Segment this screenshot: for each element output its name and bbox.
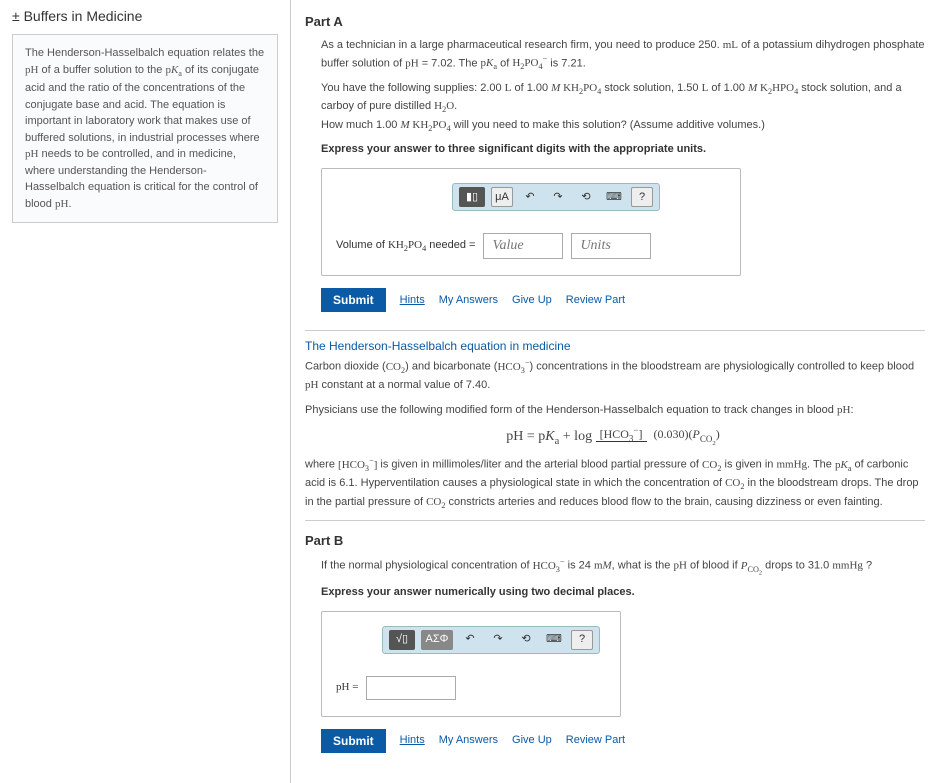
part-a-answer-box: ▮▯ μA ↶ ↷ ⟲ ⌨ ? Volume of KH2PO4 needed … bbox=[321, 168, 741, 276]
eq-denominator: (0.030)(PCO2) bbox=[650, 427, 724, 441]
part-b-input-label: pH = bbox=[336, 679, 358, 696]
help-button[interactable]: ? bbox=[571, 630, 593, 650]
keyboard-icon[interactable]: ⌨ bbox=[603, 187, 625, 207]
part-a-input-row: Volume of KH2PO4 needed = bbox=[322, 225, 740, 275]
part-b-instruction: Express your answer numerically using tw… bbox=[321, 584, 925, 601]
redo-icon[interactable]: ↷ bbox=[487, 630, 509, 650]
my-answers-link[interactable]: My Answers bbox=[439, 292, 498, 309]
hints-link[interactable]: Hints bbox=[400, 732, 425, 749]
divider bbox=[305, 330, 925, 331]
submit-button[interactable]: Submit bbox=[321, 288, 386, 312]
undo-icon[interactable]: ↶ bbox=[519, 187, 541, 207]
intro-box: The Henderson-Hasselbalch equation relat… bbox=[12, 34, 278, 223]
left-panel: ± Buffers in Medicine The Henderson-Hass… bbox=[0, 0, 290, 783]
sqrt-icon[interactable]: √▯ bbox=[389, 630, 415, 650]
part-a-toolbar: ▮▯ μA ↶ ↷ ⟲ ⌨ ? bbox=[452, 183, 660, 211]
ph-input[interactable] bbox=[366, 676, 456, 700]
undo-icon[interactable]: ↶ bbox=[459, 630, 481, 650]
hh-text-2: Physicians use the following modified fo… bbox=[305, 402, 925, 419]
submit-button[interactable]: Submit bbox=[321, 729, 386, 753]
part-b-body: If the normal physiological concentratio… bbox=[305, 552, 925, 762]
divider-2 bbox=[305, 520, 925, 521]
reset-icon[interactable]: ⟲ bbox=[515, 630, 537, 650]
part-b-text-1: If the normal physiological concentratio… bbox=[321, 556, 925, 578]
give-up-link[interactable]: Give Up bbox=[512, 292, 552, 309]
eq-left: pH = pKa + log bbox=[506, 429, 592, 444]
part-b-actions: Submit Hints My Answers Give Up Review P… bbox=[321, 729, 925, 753]
help-button[interactable]: ? bbox=[631, 187, 653, 207]
my-answers-link[interactable]: My Answers bbox=[439, 732, 498, 749]
part-b-input-row: pH = bbox=[322, 668, 620, 716]
part-a-actions: Submit Hints My Answers Give Up Review P… bbox=[321, 288, 925, 312]
module-title: ± Buffers in Medicine bbox=[12, 8, 278, 24]
hints-link[interactable]: Hints bbox=[400, 292, 425, 309]
units-mu-button[interactable]: μA bbox=[491, 187, 513, 207]
right-panel: Part A As a technician in a large pharma… bbox=[290, 0, 939, 783]
hh-title: The Henderson-Hasselbalch equation in me… bbox=[305, 339, 925, 353]
part-a-title: Part A bbox=[305, 10, 925, 33]
part-a-text-1: As a technician in a large pharmaceutica… bbox=[321, 37, 925, 74]
hh-text-3: where [HCO3−] is given in millimoles/lit… bbox=[305, 455, 925, 512]
eq-fraction: [HCO3−] (0.030)(PCO2) bbox=[596, 424, 724, 448]
part-a-text-2: You have the following supplies: 2.00 L … bbox=[321, 80, 925, 117]
hh-body: Carbon dioxide (CO2) and bicarbonate (HC… bbox=[305, 357, 925, 512]
hh-text-1: Carbon dioxide (CO2) and bicarbonate (HC… bbox=[305, 357, 925, 394]
part-a-body: As a technician in a large pharmaceutica… bbox=[305, 33, 925, 322]
give-up-link[interactable]: Give Up bbox=[512, 732, 552, 749]
greek-button[interactable]: ΑΣΦ bbox=[421, 630, 453, 650]
part-b-toolbar: √▯ ΑΣΦ ↶ ↷ ⟲ ⌨ ? bbox=[382, 626, 600, 654]
review-part-link[interactable]: Review Part bbox=[566, 732, 625, 749]
keyboard-icon[interactable]: ⌨ bbox=[543, 630, 565, 650]
review-part-link[interactable]: Review Part bbox=[566, 292, 625, 309]
part-b-title: Part B bbox=[305, 529, 925, 552]
eq-numerator: [HCO3−] bbox=[596, 427, 647, 442]
part-a-input-label: Volume of KH2PO4 needed = bbox=[336, 237, 475, 256]
hh-equation: pH = pKa + log [HCO3−] (0.030)(PCO2) bbox=[305, 424, 925, 449]
part-b-answer-box: √▯ ΑΣΦ ↶ ↷ ⟲ ⌨ ? pH = bbox=[321, 611, 621, 717]
reset-icon[interactable]: ⟲ bbox=[575, 187, 597, 207]
redo-icon[interactable]: ↷ bbox=[547, 187, 569, 207]
template-icon[interactable]: ▮▯ bbox=[459, 187, 485, 207]
value-input[interactable] bbox=[483, 233, 563, 259]
units-input[interactable] bbox=[571, 233, 651, 259]
part-a-instruction: Express your answer to three significant… bbox=[321, 141, 925, 158]
part-a-text-3: How much 1.00 M KH2PO4 will you need to … bbox=[321, 117, 925, 136]
